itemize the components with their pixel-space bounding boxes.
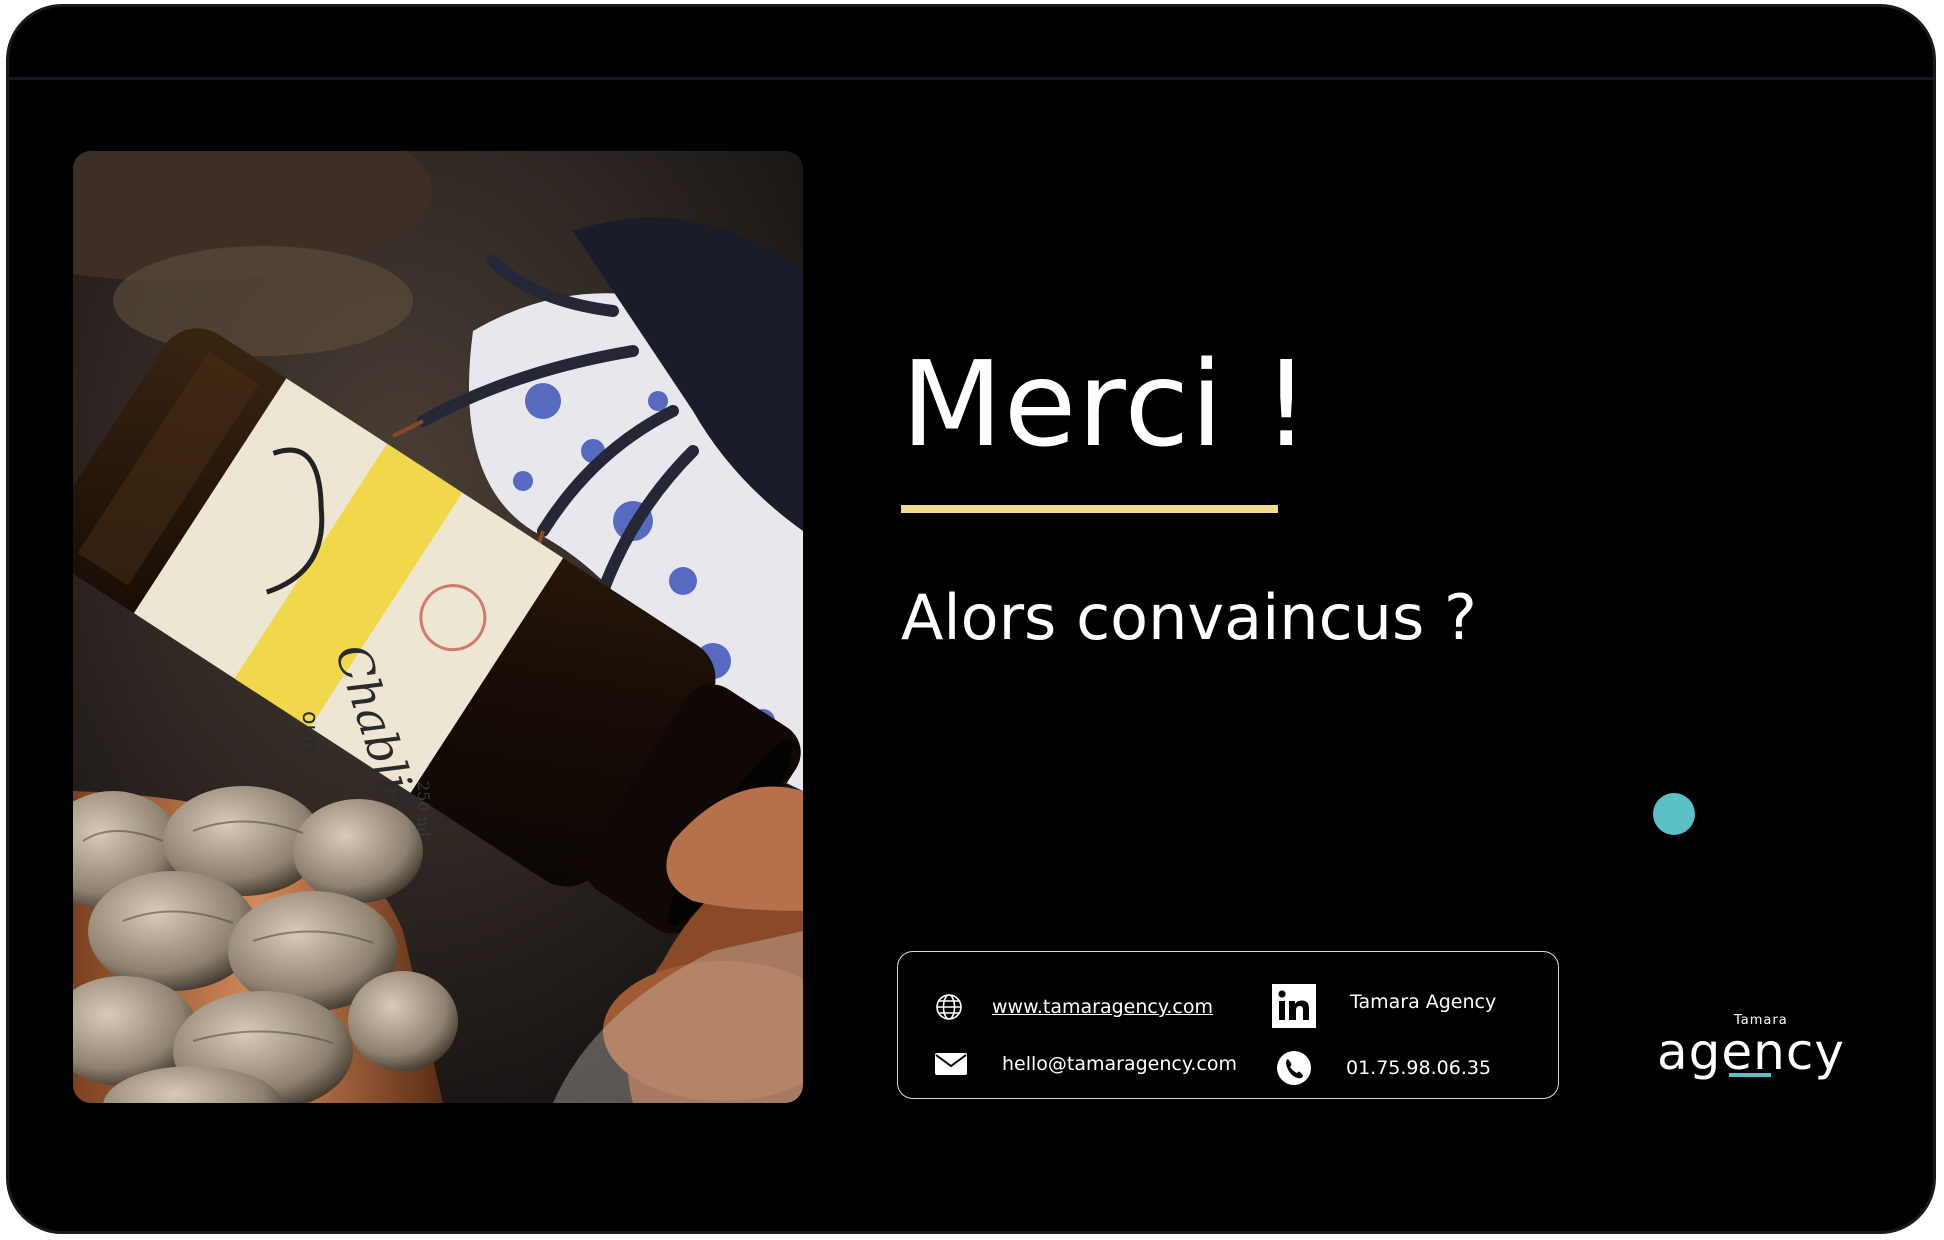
hero-photo: Chablis oup 250 ml [73,151,803,1103]
contact-website: www.tamaragency.com [934,992,1213,1022]
logo-accent-bar [1729,1073,1771,1077]
website-link[interactable]: www.tamaragency.com [992,996,1213,1018]
slide: Chablis oup 250 ml Merci ! Alors convain… [6,4,1936,1234]
contact-card: www.tamaragency.com hello@tamaragency.co… [897,951,1559,1099]
contact-phone: 01.75.98.06.35 [1276,1050,1491,1086]
linkedin-name[interactable]: Tamara Agency [1350,991,1496,1013]
teal-dot-decoration [1653,793,1695,835]
agency-logo: Tamara agency [1657,1013,1844,1083]
logo-main-text: agency [1657,1023,1845,1081]
globe-icon [934,992,964,1022]
phone-icon [1276,1050,1312,1086]
title-underline [901,505,1278,513]
email-address[interactable]: hello@tamaragency.com [1002,1053,1237,1075]
top-divider [9,77,1933,80]
contact-email: hello@tamaragency.com [934,1052,1237,1076]
bottle-label-text: oup [297,711,322,752]
bottle-volume-text: 250 ml [414,781,433,837]
phone-number[interactable]: 01.75.98.06.35 [1346,1057,1491,1079]
seafood-wine-illustration: Chablis oup 250 ml [73,151,803,1103]
slide-title: Merci ! [901,335,1311,473]
linkedin-icon[interactable] [1272,984,1316,1028]
slide-subtitle: Alors convaincus ? [901,581,1477,654]
mail-icon [934,1052,968,1076]
contact-linkedin: Tamara Agency [1272,984,1496,1028]
